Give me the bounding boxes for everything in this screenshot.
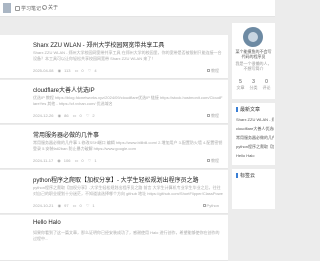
like-icon: ♡ <box>85 203 90 208</box>
article-summary: 常用服务器必做的几件事 1.修改SSH端口 编辑 https://www.bil… <box>33 140 223 151</box>
like-icon: ♡ <box>87 68 92 73</box>
eye-icon: ◉ <box>57 158 61 163</box>
comment-icon: ▭ <box>72 113 77 118</box>
article-title[interactable]: 常用服务器必做的几件事 <box>33 130 99 139</box>
article-summary: python程序之爬取【加权分享】-大学生轻松规划出程序员之路 前言 大学生计算… <box>33 185 223 196</box>
article-date: 2025-04-08 <box>33 68 54 73</box>
article-likes: 1 <box>94 158 97 163</box>
nav-item-study-notes[interactable]: 学习笔记 ▾ <box>15 4 44 13</box>
nav-label: 学习笔记 <box>21 6 42 12</box>
eye-icon: ◉ <box>57 203 62 208</box>
article-meta: 2024-11-17 ◉ 106 ▭ 0 ♡ 1 教程 <box>33 157 225 164</box>
folder-icon <box>207 159 210 163</box>
article-title[interactable]: python程序之爬取【加权分享】- 大学生轻松规划出程序员之路 <box>33 175 199 184</box>
article-comments: 0 <box>79 113 82 118</box>
article-tag[interactable]: 教程 <box>207 112 222 119</box>
article-date: 2024-11-17 <box>33 158 54 163</box>
article-card[interactable]: Hello Halo 如果你看到了这一篇文章，那么证明你已经安装成功了，感谢使用… <box>0 215 228 261</box>
article-tag[interactable]: 教程 <box>207 157 222 164</box>
article-views: 97 <box>64 203 69 208</box>
recent-post-item[interactable]: 常用服务器必做的几件事 <box>236 135 274 141</box>
avatar[interactable] <box>243 27 263 47</box>
recent-post-item[interactable]: cloudflare大善人优选IP <box>236 126 274 132</box>
profile-card: 某个能摸鱼的不会写代码的程序员 我是一个很懒的人，不想写简介 5 文章 3 分类 0… <box>232 23 275 99</box>
article-card[interactable]: 常用服务器必做的几件事 常用服务器必做的几件事 1.修改SSH端口 编辑 htt… <box>0 125 228 169</box>
stat-posts[interactable]: 5 文章 <box>234 79 247 91</box>
like-icon: ♡ <box>85 113 90 118</box>
site-logo[interactable] <box>3 3 11 13</box>
article-title[interactable]: cloudflare大善人优选IP <box>33 85 95 94</box>
nav-item-about[interactable]: 关于 <box>42 4 58 13</box>
eye-icon: ◉ <box>57 113 62 118</box>
article-card[interactable]: python程序之爬取【加权分享】- 大学生轻松规划出程序员之路 python程… <box>0 170 228 214</box>
article-comments: 0 <box>81 158 84 163</box>
folder-icon <box>207 114 210 118</box>
info-icon <box>42 5 47 11</box>
article-views: 113 <box>64 68 71 73</box>
article-card[interactable]: Sharx ZZU WLAN - 郑州大学校园网宽带共享工具 Sharx ZZU… <box>0 35 228 79</box>
eye-icon: ◉ <box>57 68 62 73</box>
book-icon <box>15 6 20 12</box>
recent-post-item[interactable]: Hello Halo <box>236 153 274 159</box>
folder-icon <box>202 204 206 208</box>
comment-icon: ▭ <box>74 158 79 163</box>
profile-stats: 5 文章 3 分类 0 评论 <box>234 79 273 93</box>
profile-description: 我是一个很懒的人，不想写简介 <box>235 61 272 71</box>
article-views: 86 <box>64 113 69 118</box>
stat-comments[interactable]: 0 评论 <box>260 79 273 91</box>
profile-name: 某个能摸鱼的不会写代码的程序员 <box>235 49 272 59</box>
recent-post-item[interactable]: python程序之爬取【加权分享】 <box>236 144 274 150</box>
article-title[interactable]: Hello Halo <box>33 220 61 226</box>
article-summary: Sharx ZZU WLAN - 郑州大学校园网宽带共享工具 在郑州大学的校园里… <box>33 50 222 61</box>
folder-icon <box>207 69 210 73</box>
title-accent <box>236 107 238 113</box>
article-summary: 如果你看到了这一篇文章，那么证明你已经安装成功了，感谢使用 Halo 进行创作，… <box>33 230 220 241</box>
article-date: 2024-10-21 <box>33 203 54 208</box>
tag-cloud-card: 标签云 <box>232 169 275 209</box>
tag-cloud-title: 标签云 <box>236 172 255 180</box>
top-navbar: 学习笔记 ▾ 关于 <box>0 0 275 17</box>
stat-categories[interactable]: 3 分类 <box>247 79 260 91</box>
article-tag[interactable]: 教程 <box>207 67 222 74</box>
comment-icon: ▭ <box>74 68 79 73</box>
article-list: Sharx ZZU WLAN - 郑州大学校园网宽带共享工具 Sharx ZZU… <box>0 17 228 261</box>
article-tag[interactable]: Python <box>202 202 222 209</box>
article-comments: 0 <box>81 68 84 73</box>
article-likes: 4 <box>94 68 97 73</box>
article-summary: 优选IP 教程 https://blog.fdcnetworks.xyz/202… <box>33 95 223 106</box>
recent-posts-card: 最新文章 Sharx ZZU WLAN - 郑州大学校园网宽带共享工具 clou… <box>232 103 275 165</box>
title-accent <box>236 173 238 179</box>
article-meta: 2025-04-08 ◉ 113 ▭ 0 ♡ 4 教程 <box>33 67 225 74</box>
article-likes: 1 <box>92 203 95 208</box>
nav-label: 关于 <box>48 5 59 11</box>
article-meta: 2024-12-26 ◉ 86 ▭ 0 ♡ 2 教程 <box>33 112 225 119</box>
article-views: 106 <box>63 158 71 163</box>
article-meta: 2024-10-21 ◉ 97 ▭ 0 ♡ 1 Python <box>33 202 225 209</box>
like-icon: ♡ <box>87 158 92 163</box>
comment-icon: ▭ <box>72 203 77 208</box>
recent-posts-title: 最新文章 <box>236 106 260 114</box>
article-title[interactable]: Sharx ZZU WLAN - 郑州大学校园网宽带共享工具 <box>33 40 164 49</box>
recent-post-item[interactable]: Sharx ZZU WLAN - 郑州大学校园网宽带共享工具 <box>236 117 274 123</box>
article-card[interactable]: cloudflare大善人优选IP 优选IP 教程 https://blog.f… <box>0 80 228 124</box>
article-date: 2024-12-26 <box>33 113 54 118</box>
article-likes: 2 <box>92 113 95 118</box>
sidebar: 某个能摸鱼的不会写代码的程序员 我是一个很懒的人，不想写简介 5 文章 3 分类 0… <box>232 17 275 261</box>
article-comments: 0 <box>79 203 82 208</box>
